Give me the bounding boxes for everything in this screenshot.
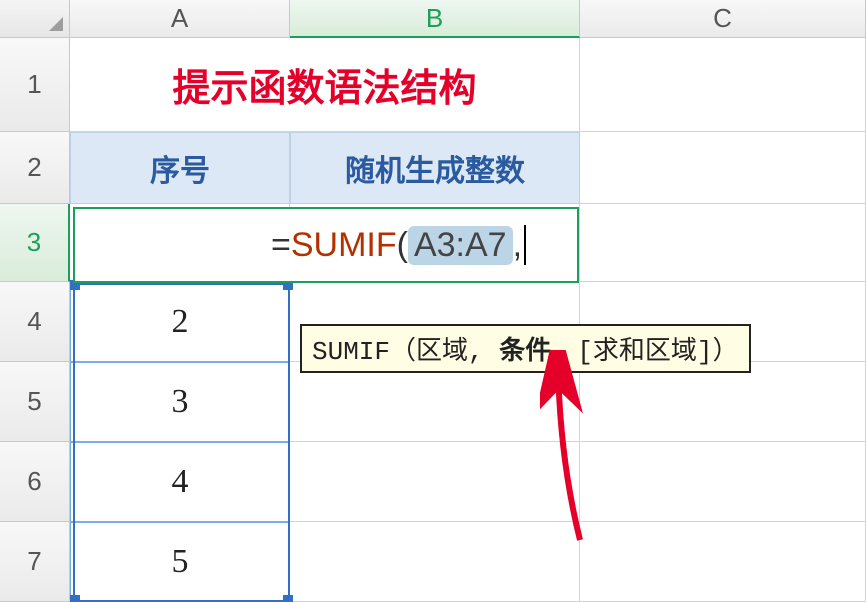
tooltip-close: ） [713,337,739,367]
cell-C2[interactable] [580,132,866,204]
tooltip-fn: SUMIF [312,337,390,367]
row-2: 2 序号 随机生成整数 [0,132,866,204]
cell-C5[interactable] [580,362,866,442]
row-5: 5 3 [0,362,866,442]
formula-prefix: = [271,226,291,265]
row-header-3[interactable]: 3 [0,204,70,282]
row-1: 1 提示函数语法结构 [0,38,866,132]
cell-B7[interactable] [290,522,580,602]
formula-open-paren: ( [397,226,408,265]
tooltip-comma1: , [468,337,499,367]
tooltip-param3[interactable]: [求和区域] [577,337,712,367]
cell-B2-header[interactable]: 随机生成整数 [290,132,580,204]
column-header-A[interactable]: A [70,0,290,38]
formula-edit-box[interactable]: =SUMIF(A3:A7, [73,207,579,283]
row-header-2[interactable]: 2 [0,132,70,204]
cell-B6[interactable] [290,442,580,522]
cell-C7[interactable] [580,522,866,602]
cell-B5[interactable] [290,362,580,442]
column-header-C[interactable]: C [580,0,866,38]
column-header-B[interactable]: B [290,0,580,38]
row-header-6[interactable]: 6 [0,442,70,522]
cell-A1-B1-merged-title[interactable]: 提示函数语法结构 [70,38,580,132]
column-header-row: A B C [0,0,866,38]
formula-function-name: SUMIF [291,226,397,265]
row-header-7[interactable]: 7 [0,522,70,602]
formula-arg-range: A3:A7 [408,226,513,265]
cell-A5[interactable]: 3 [70,362,290,442]
row-7: 7 5 [0,522,866,602]
row-header-4[interactable]: 4 [0,282,70,362]
tooltip-param1[interactable]: 区域 [416,337,468,367]
formula-separator: , [513,226,522,265]
cell-C3[interactable] [580,204,866,282]
cell-A7[interactable]: 5 [70,522,290,602]
cell-A2-header[interactable]: 序号 [70,132,290,204]
tooltip-param2-current[interactable]: 条件 [499,335,551,365]
cell-C6[interactable] [580,442,866,522]
row-6: 6 4 [0,442,866,522]
cell-A6[interactable]: 4 [70,442,290,522]
cell-A4[interactable]: 2 [70,282,290,362]
row-header-5[interactable]: 5 [0,362,70,442]
cell-C1[interactable] [580,38,866,132]
row-header-1[interactable]: 1 [0,38,70,132]
text-caret [524,225,526,265]
tooltip-open: （ [390,337,416,367]
tooltip-comma2: ， [551,337,577,367]
spreadsheet-view: A B C 1 提示函数语法结构 2 序号 随机生成整数 3 4 2 5 3 6 [0,0,866,602]
select-all-corner[interactable] [0,0,70,38]
function-syntax-tooltip[interactable]: SUMIF（区域, 条件，[求和区域]） [300,324,751,373]
